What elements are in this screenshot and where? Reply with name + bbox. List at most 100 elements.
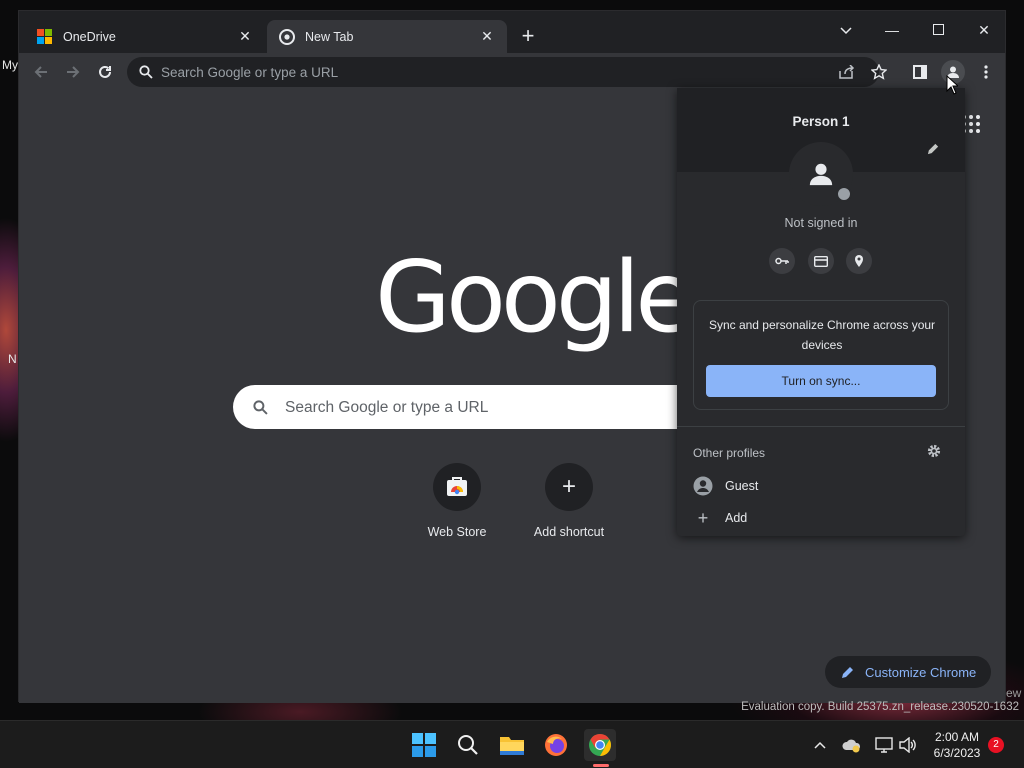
network-icon <box>875 737 893 753</box>
gear-icon <box>927 444 941 458</box>
sync-off-icon <box>836 186 852 202</box>
plus-icon: + <box>561 473 576 500</box>
profile-guest[interactable]: Guest <box>693 472 949 500</box>
credit-card-icon <box>814 255 828 267</box>
other-profiles-label: Other profiles <box>693 446 766 460</box>
shortcut-web-store[interactable]: Web Store <box>401 463 513 539</box>
key-icon <box>775 257 789 265</box>
evaluation-watermark: Evaluation copy. Build 25375.zn_release.… <box>741 701 1019 713</box>
tab-new-tab[interactable]: New Tab ✕ <box>267 20 507 53</box>
profile-label: Add <box>725 511 748 525</box>
turn-on-sync-button[interactable]: Turn on sync... <box>706 365 936 397</box>
location-pin-icon <box>855 255 863 267</box>
tab-strip: OneDrive ✕ New Tab ✕ + — ✕ <box>19 11 1005 53</box>
mouse-cursor-icon <box>946 75 958 95</box>
address-bar[interactable]: Search Google or type a URL <box>127 57 887 87</box>
profile-label: Guest <box>725 479 759 493</box>
chrome-icon <box>279 28 295 45</box>
sign-in-status: Not signed in <box>784 216 858 230</box>
passwords-button[interactable] <box>769 248 795 274</box>
arrow-left-icon <box>34 66 47 78</box>
add-profile-button[interactable]: + Add <box>693 504 949 532</box>
star-icon[interactable] <box>871 64 887 80</box>
clock-date: 6/3/2023 <box>933 746 981 760</box>
arrow-right-icon <box>67 66 80 78</box>
notification-badge[interactable]: 2 <box>988 737 1004 753</box>
desktop-text-fragment: ew <box>1006 686 1022 700</box>
manage-profiles-button[interactable] <box>927 444 941 463</box>
google-logo: Google <box>375 241 696 355</box>
network-tray-icon[interactable] <box>874 735 894 755</box>
close-window-button[interactable]: ✕ <box>961 15 1007 45</box>
desktop-icon-label: My <box>2 58 18 72</box>
speaker-icon <box>899 737 916 753</box>
back-button[interactable] <box>26 57 56 87</box>
firefox-button[interactable] <box>540 729 572 761</box>
addresses-button[interactable] <box>846 248 872 274</box>
forward-button[interactable] <box>58 57 88 87</box>
taskbar-clock[interactable]: 2:00 AM 6/3/2023 <box>922 729 992 761</box>
new-tab-button[interactable]: + <box>515 24 541 50</box>
address-bar-placeholder: Search Google or type a URL <box>161 65 339 80</box>
shortcut-tile <box>433 463 481 511</box>
desktop-icon-label: N <box>8 352 17 366</box>
search-button[interactable] <box>452 729 484 761</box>
show-hidden-icons-button[interactable] <box>810 735 830 755</box>
onedrive-tray-icon[interactable] <box>842 735 862 755</box>
microsoft-logo-icon <box>37 28 53 45</box>
ntp-search-box[interactable]: Search Google or type a URL <box>233 385 753 429</box>
pencil-icon <box>927 143 939 155</box>
close-tab-icon[interactable]: ✕ <box>237 28 253 45</box>
guest-avatar-icon <box>693 476 713 496</box>
ntp-search-placeholder: Search Google or type a URL <box>285 399 489 416</box>
sync-promo-text: Sync and personalize Chrome across your … <box>708 318 936 352</box>
browser-toolbar: Search Google or type a URL <box>19 53 1005 91</box>
divider <box>677 426 965 427</box>
volume-tray-icon[interactable] <box>898 735 918 755</box>
pencil-icon <box>842 667 853 678</box>
chrome-menu-button[interactable] <box>971 57 1001 87</box>
sync-promo-card: Sync and personalize Chrome across your … <box>693 300 949 410</box>
chevron-up-icon <box>814 741 826 749</box>
profile-name: Person 1 <box>792 114 850 129</box>
edit-profile-button[interactable] <box>927 142 940 160</box>
minimize-icon: — <box>885 22 899 38</box>
windows-logo-icon <box>412 733 436 757</box>
search-icon <box>458 735 478 755</box>
shortcut-add[interactable]: + Add shortcut <box>513 463 625 539</box>
shortcut-label: Web Store <box>427 525 487 539</box>
chrome-taskbar-button[interactable] <box>584 729 616 761</box>
reload-icon <box>99 65 111 78</box>
file-explorer-button[interactable] <box>496 729 528 761</box>
shortcut-label: Add shortcut <box>533 525 605 539</box>
web-store-icon <box>447 477 467 496</box>
customize-chrome-label: Customize Chrome <box>865 664 977 680</box>
tab-search-button[interactable] <box>823 15 869 45</box>
start-button[interactable] <box>408 729 440 761</box>
search-icon <box>253 400 268 415</box>
more-vertical-icon <box>984 65 988 79</box>
profile-menu: Person 1 Not signed in Sync and personal… <box>677 88 965 536</box>
search-icon <box>139 65 153 79</box>
shortcut-tile: + <box>545 463 593 511</box>
share-icon[interactable] <box>839 65 855 79</box>
customize-chrome-button[interactable]: Customize Chrome <box>825 656 991 688</box>
payment-methods-button[interactable] <box>808 248 834 274</box>
close-icon: ✕ <box>978 22 990 38</box>
close-tab-icon[interactable]: ✕ <box>479 28 495 45</box>
plus-icon: + <box>521 23 535 48</box>
chrome-icon <box>589 734 611 756</box>
side-panel-button[interactable] <box>905 57 935 87</box>
tab-title: OneDrive <box>63 29 116 44</box>
reload-button[interactable] <box>90 57 120 87</box>
plus-icon: + <box>697 507 709 528</box>
active-app-indicator <box>593 764 609 767</box>
person-icon <box>809 163 833 186</box>
maximize-button[interactable] <box>915 15 961 45</box>
tab-title: New Tab <box>305 29 354 44</box>
firefox-icon <box>545 734 567 756</box>
taskbar: 2:00 AM 6/3/2023 2 <box>0 720 1024 768</box>
tab-onedrive[interactable]: OneDrive ✕ <box>25 20 265 53</box>
chevron-down-icon <box>840 27 852 35</box>
minimize-button[interactable]: — <box>869 15 915 45</box>
